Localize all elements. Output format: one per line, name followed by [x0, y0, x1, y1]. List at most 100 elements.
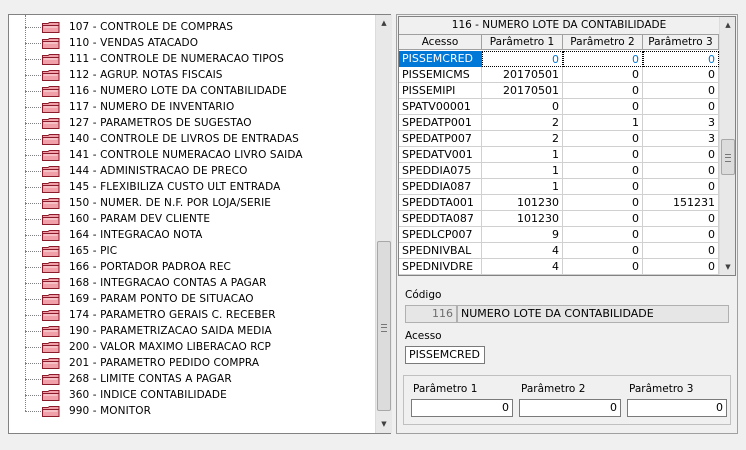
parametro-1-cell[interactable]: 1 [482, 163, 563, 179]
tree-item[interactable]: 116 - NUMERO LOTE DA CONTABILIDADE [9, 83, 375, 99]
acesso-cell[interactable]: SPEDDIA075 [399, 163, 482, 179]
tree-item[interactable]: 169 - PARAM PONTO DE SITUACAO [9, 291, 375, 307]
parametro-3-cell[interactable]: 3 [643, 131, 719, 147]
acesso-cell[interactable]: SPEDDTA001 [399, 195, 482, 211]
table-row[interactable]: SPEDDIA087 1 0 0 [399, 179, 719, 195]
tree-item[interactable]: 360 - INDICE CONTABILIDADE [9, 387, 375, 403]
parameter-grid[interactable]: 116 - NUMERO LOTE DA CONTABILIDADE Acess… [398, 16, 736, 276]
table-row[interactable]: PISSEMICMS 20170501 0 0 [399, 67, 719, 83]
acesso-cell[interactable]: SPEDDTA087 [399, 211, 482, 227]
tree-item[interactable]: 200 - VALOR MAXIMO LIBERACAO RCP [9, 339, 375, 355]
table-row[interactable]: SPATV00001 0 0 0 [399, 99, 719, 115]
parametro-1-cell[interactable]: 4 [482, 259, 563, 275]
parametro-1-cell[interactable]: 1 [482, 147, 563, 163]
parametro-3-cell[interactable]: 0 [643, 67, 719, 83]
parametro-1-cell[interactable]: 9 [482, 227, 563, 243]
tree-item[interactable]: 201 - PARAMETRO PEDIDO COMPRA [9, 355, 375, 371]
scroll-up-arrow-icon[interactable]: ▲ [720, 17, 735, 33]
parametro-1-cell[interactable]: 2 [482, 115, 563, 131]
parametro-1-cell[interactable]: 101230 [482, 195, 563, 211]
acesso-cell[interactable]: SPEDATP007 [399, 131, 482, 147]
parametro-3-cell[interactable]: 0 [643, 227, 719, 243]
table-row[interactable]: SPEDDTA001 101230 0 151231 [399, 195, 719, 211]
tree-item[interactable]: 150 - NUMER. DE N.F. POR LOJA/SERIE [9, 195, 375, 211]
acesso-cell[interactable]: SPEDLCP007 [399, 227, 482, 243]
acesso-cell[interactable]: SPATV00001 [399, 99, 482, 115]
parametro-2-cell[interactable]: 0 [563, 51, 643, 67]
tree-item[interactable]: 140 - CONTROLE DE LIVROS DE ENTRADAS [9, 131, 375, 147]
parametro-3-cell[interactable]: 0 [643, 99, 719, 115]
table-row[interactable]: SPEDATV001 1 0 0 [399, 147, 719, 163]
tree-scroll-thumb[interactable] [377, 241, 391, 411]
parametro-3-cell[interactable]: 0 [643, 163, 719, 179]
parametro-3-cell[interactable]: 0 [643, 179, 719, 195]
scroll-down-arrow-icon[interactable]: ▼ [720, 259, 735, 275]
acesso-field[interactable]: PISSEMCRED [405, 346, 485, 364]
column-header-parametro-2[interactable]: Parâmetro 2 [563, 35, 643, 50]
parametro-1-cell[interactable]: 20170501 [482, 67, 563, 83]
tree-item[interactable]: 117 - NUMERO DE INVENTARIO [9, 99, 375, 115]
acesso-cell[interactable]: PISSEMICMS [399, 67, 482, 83]
acesso-cell[interactable]: PISSEMCRED [399, 51, 482, 67]
parametro-1-cell[interactable]: 4 [482, 243, 563, 259]
tree-item[interactable]: 107 - CONTROLE DE COMPRAS [9, 19, 375, 35]
table-row[interactable]: SPEDNIVDRE 4 0 0 [399, 259, 719, 275]
tree-item[interactable]: 111 - CONTROLE DE NUMERACAO TIPOS [9, 51, 375, 67]
parametro-2-cell[interactable]: 0 [563, 259, 643, 275]
parametro-3-cell[interactable]: 0 [643, 147, 719, 163]
parametro-2-cell[interactable]: 0 [563, 83, 643, 99]
tree-item[interactable]: 165 - PIC [9, 243, 375, 259]
tree-item[interactable]: 174 - PARAMETRO GERAIS C. RECEBER [9, 307, 375, 323]
scroll-down-arrow-icon[interactable]: ▼ [376, 416, 392, 432]
parametro-1-cell[interactable]: 101230 [482, 211, 563, 227]
parametro-1-cell[interactable]: 1 [482, 179, 563, 195]
tree-item[interactable]: 141 - CONTROLE NUMERACAO LIVRO SAIDA [9, 147, 375, 163]
parametro-2-field[interactable]: 0 [519, 399, 621, 417]
tree-scrollbar[interactable]: ▲ ▼ [375, 15, 392, 433]
parameter-tree[interactable]: 107 - CONTROLE DE COMPRAS 110 - VENDAS AT… [8, 14, 392, 434]
parametro-3-cell[interactable]: 0 [643, 211, 719, 227]
tree-item[interactable]: 144 - ADMINISTRACAO DE PRECO [9, 163, 375, 179]
table-row[interactable]: PISSEMIPI 20170501 0 0 [399, 83, 719, 99]
table-row[interactable]: SPEDDIA075 1 0 0 [399, 163, 719, 179]
column-header-parametro-1[interactable]: Parâmetro 1 [482, 35, 563, 50]
parametro-2-cell[interactable]: 0 [563, 211, 643, 227]
tree-item[interactable]: 164 - INTEGRACAO NOTA [9, 227, 375, 243]
tree-item[interactable]: 145 - FLEXIBILIZA CUSTO ULT ENTRADA [9, 179, 375, 195]
parametro-1-cell[interactable]: 20170501 [482, 83, 563, 99]
grid-scrollbar[interactable]: ▲ ▼ [719, 17, 735, 275]
parametro-2-cell[interactable]: 0 [563, 131, 643, 147]
grid-scroll-thumb[interactable] [721, 139, 735, 175]
parametro-2-cell[interactable]: 0 [563, 179, 643, 195]
column-header-parametro-3[interactable]: Parâmetro 3 [643, 35, 719, 50]
parametro-2-cell[interactable]: 0 [563, 195, 643, 211]
tree-item[interactable]: 190 - PARAMETRIZACAO SAIDA MEDIA [9, 323, 375, 339]
table-row[interactable]: SPEDDTA087 101230 0 0 [399, 211, 719, 227]
parametro-2-cell[interactable]: 0 [563, 163, 643, 179]
parametro-3-field[interactable]: 0 [627, 399, 727, 417]
tree-item[interactable]: 160 - PARAM DEV CLIENTE [9, 211, 375, 227]
parametro-3-cell[interactable]: 3 [643, 115, 719, 131]
tree-item[interactable]: 110 - VENDAS ATACADO [9, 35, 375, 51]
parametro-2-cell[interactable]: 0 [563, 99, 643, 115]
acesso-cell[interactable]: PISSEMIPI [399, 83, 482, 99]
parametro-2-cell[interactable]: 0 [563, 147, 643, 163]
table-row[interactable]: SPEDATP001 2 1 3 [399, 115, 719, 131]
parametro-2-cell[interactable]: 1 [563, 115, 643, 131]
table-row[interactable]: SPEDLCP007 9 0 0 [399, 227, 719, 243]
parametro-2-cell[interactable]: 0 [563, 227, 643, 243]
tree-item[interactable]: 268 - LIMITE CONTAS A PAGAR [9, 371, 375, 387]
acesso-cell[interactable]: SPEDNIVBAL [399, 243, 482, 259]
parametro-1-cell[interactable]: 2 [482, 131, 563, 147]
table-row[interactable]: SPEDATP007 2 0 3 [399, 131, 719, 147]
parametro-1-cell[interactable]: 0 [482, 99, 563, 115]
table-row[interactable]: SPEDNIVBAL 4 0 0 [399, 243, 719, 259]
parametro-1-field[interactable]: 0 [411, 399, 513, 417]
acesso-cell[interactable]: SPEDATP001 [399, 115, 482, 131]
scroll-up-arrow-icon[interactable]: ▲ [376, 15, 392, 31]
tree-item[interactable]: 112 - AGRUP. NOTAS FISCAIS [9, 67, 375, 83]
parametro-3-cell[interactable]: 0 [643, 243, 719, 259]
parametro-1-cell[interactable]: 0 [482, 51, 563, 67]
tree-item[interactable]: 168 - INTEGRACAO CONTAS A PAGAR [9, 275, 375, 291]
acesso-cell[interactable]: SPEDNIVDRE [399, 259, 482, 275]
